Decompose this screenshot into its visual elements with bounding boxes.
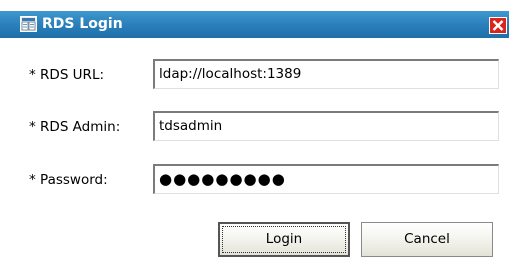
close-icon [492, 20, 504, 31]
login-dialog-icon [20, 16, 37, 32]
rds-admin-label: * RDS Admin: [29, 119, 121, 135]
cancel-button-label: Cancel [404, 231, 450, 247]
rds-admin-input[interactable]: tdsadmin [153, 111, 499, 141]
rds-url-input[interactable]: ldap://localhost:1389 [153, 59, 499, 89]
dialog-title: RDS Login [42, 16, 123, 32]
close-button[interactable] [489, 17, 507, 34]
title-bar[interactable]: RDS Login [0, 11, 509, 38]
cancel-button[interactable]: Cancel [361, 222, 493, 257]
rds-url-label: * RDS URL: [29, 67, 105, 83]
password-input[interactable]: ●●●●●●●●● [153, 164, 499, 194]
login-button[interactable]: Login [218, 222, 350, 257]
rds-login-dialog: RDS Login * RDS URL: ldap://localhost:13… [0, 0, 509, 267]
password-label: * Password: [29, 172, 108, 188]
focus-ring [222, 226, 346, 253]
